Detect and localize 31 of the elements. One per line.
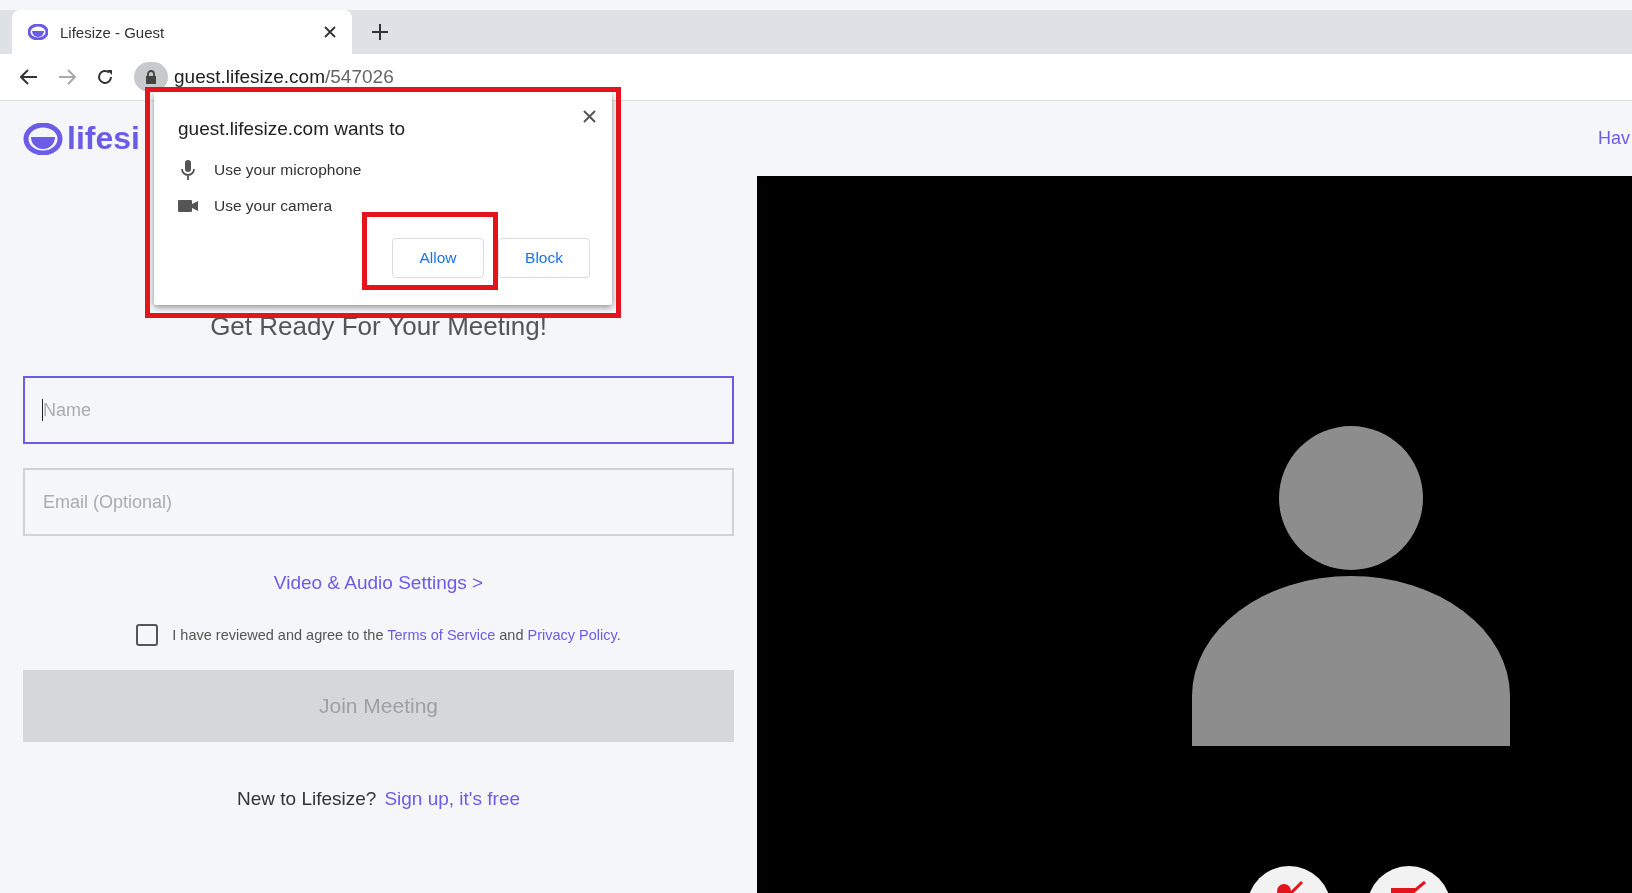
- plus-icon[interactable]: [372, 24, 388, 40]
- popup-button[interactable]: Allow: [392, 238, 484, 278]
- lock-icon: [145, 70, 157, 84]
- video-camera-icon: [178, 200, 198, 212]
- signup-question: New to Lifesize?: [236, 788, 377, 810]
- browser-tab[interactable]: Lifesize - Guest: [12, 10, 352, 54]
- lock-button[interactable]: [134, 62, 168, 92]
- agreement-text: I have reviewed and agree to the Terms of Service and Privacy Policy.: [172, 627, 621, 643]
- text-field[interactable]: Name: [23, 376, 734, 444]
- agree-checkbox[interactable]: [136, 624, 159, 646]
- popup-title: guest.lifesize.com wants to: [178, 118, 407, 140]
- logo-icon: [23, 122, 63, 155]
- privacy-link[interactable]: Privacy Policy: [527, 627, 617, 643]
- microphone-icon: [181, 160, 195, 180]
- back-arrow-icon[interactable]: [20, 69, 38, 85]
- permission-label: Use your microphone: [214, 161, 362, 179]
- close-icon[interactable]: [583, 110, 596, 123]
- tab-title: Lifesize - Guest: [60, 23, 166, 41]
- permission-label: Use your camera: [214, 197, 332, 215]
- muted-camera-icon: [1389, 880, 1429, 893]
- header-link[interactable]: Hav: [1598, 128, 1630, 149]
- popup-button[interactable]: Block: [498, 238, 590, 278]
- settings-link[interactable]: Video & Audio Settings >: [273, 572, 484, 594]
- close-icon[interactable]: [324, 26, 336, 38]
- reload-icon[interactable]: [96, 68, 114, 86]
- logo-text: lifesi: [67, 120, 140, 157]
- terms-link[interactable]: Terms of Service: [387, 627, 496, 643]
- signup-link[interactable]: Sign up, it's free: [384, 788, 521, 810]
- url-text[interactable]: guest.lifesize.com/547026: [174, 66, 394, 88]
- avatar-silhouette-icon: [1192, 426, 1510, 746]
- logo-icon: [28, 24, 48, 40]
